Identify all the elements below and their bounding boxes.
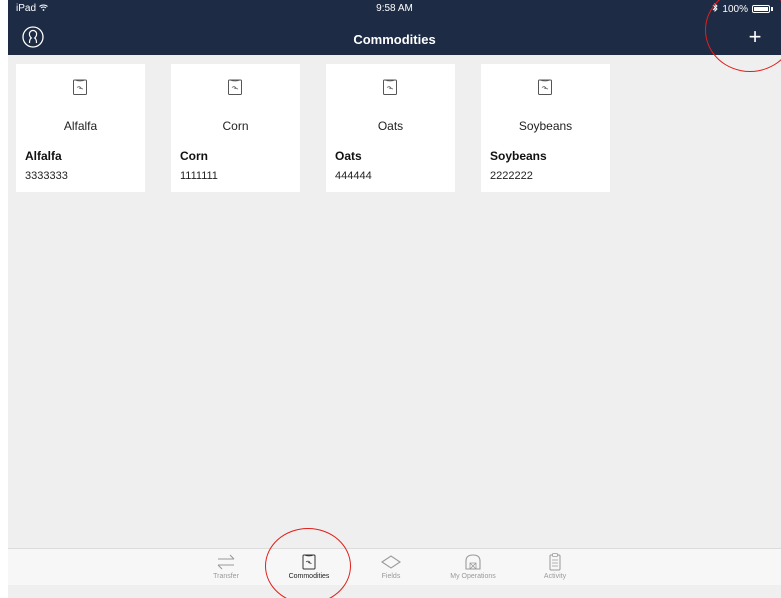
commodity-title: Alfalfa [63,119,98,133]
tab-transfer[interactable]: Transfer [191,552,261,584]
status-time: 9:58 AM [376,3,413,14]
commodity-title: Corn [222,119,249,133]
commodity-name: Soybeans [490,149,547,163]
tab-label: My Operations [450,573,496,580]
bluetooth-icon [712,2,719,15]
tab-label: Fields [381,573,401,580]
tab-activity[interactable]: Activity [520,552,590,584]
tab-label: Transfer [213,573,239,580]
tab-bar: Transfer Commodities Fields My Operation… [8,548,781,585]
clipboard-icon [549,553,561,571]
commodity-code: 444444 [335,170,372,182]
tab-my-operations[interactable]: My Operations [438,552,508,584]
tab-label: Activity [543,573,567,580]
commodity-bag-icon [302,554,316,570]
commodity-code: 3333333 [25,170,68,182]
commodity-card-alfalfa[interactable]: Alfalfa Alfalfa 3333333 [16,64,145,192]
add-commodity-button[interactable]: + [743,26,767,50]
commodity-grid: Alfalfa Alfalfa 3333333 Corn Corn 111111… [16,64,610,192]
status-right: 100% [712,2,773,15]
fields-icon [381,555,401,569]
transfer-icon [217,554,235,570]
commodity-code: 1111111 [180,170,218,182]
commodity-bag-icon [228,79,242,95]
battery-tip [771,7,773,11]
barn-icon [465,554,481,570]
commodity-name: Oats [335,149,362,163]
commodity-name: Corn [180,149,208,163]
commodity-title: Oats [377,119,404,133]
app-screen: iPad 9:58 AM 100% Commodities + Alfalfa … [8,0,781,598]
commodity-title: Soybeans [518,119,573,133]
commodity-bag-icon [73,79,87,95]
page-title: Commodities [353,32,436,47]
navigation-bar: iPad 9:58 AM 100% Commodities + [8,0,781,55]
commodity-card-soybeans[interactable]: Soybeans Soybeans 2222222 [481,64,610,192]
commodity-card-corn[interactable]: Corn Corn 1111111 [171,64,300,192]
battery-percent: 100% [722,3,748,15]
commodity-bag-icon [383,79,397,95]
commodity-code: 2222222 [490,170,533,182]
commodity-bag-icon [538,79,552,95]
commodity-card-oats[interactable]: Oats Oats 444444 [326,64,455,192]
tab-commodities[interactable]: Commodities [274,552,344,584]
status-bar: iPad 9:58 AM 100% [8,0,781,18]
battery-icon [752,5,770,13]
tab-label: Commodities [288,573,330,580]
commodity-name: Alfalfa [25,149,62,163]
tab-fields[interactable]: Fields [356,552,426,584]
